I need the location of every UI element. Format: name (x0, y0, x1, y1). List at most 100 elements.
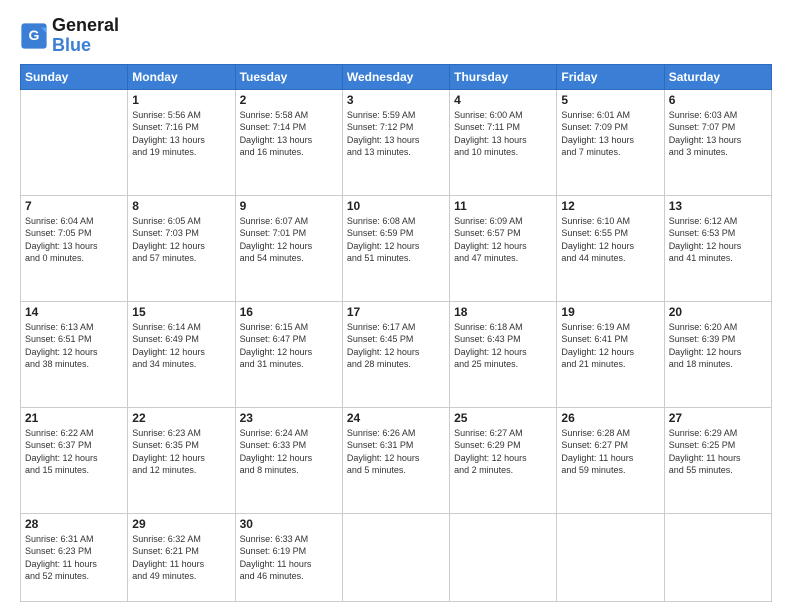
day-number: 20 (669, 305, 767, 319)
calendar-cell: 12 Sunrise: 6:10 AM Sunset: 6:55 PM Dayli… (557, 195, 664, 301)
calendar-cell (664, 513, 771, 601)
calendar-cell: 6Sunrise: 6:03 AM Sunset: 7:07 PM Daylig… (664, 89, 771, 195)
calendar-header-saturday: Saturday (664, 64, 771, 89)
day-info: Sunrise: 5:58 AM Sunset: 7:14 PM Dayligh… (240, 109, 338, 159)
calendar-cell: 11 Sunrise: 6:09 AM Sunset: 6:57 PM Dayli… (450, 195, 557, 301)
day-info: Sunrise: 6:17 AM Sunset: 6:45 PM Dayligh… (347, 321, 445, 371)
day-info: Sunrise: 6:19 AM Sunset: 6:41 PM Dayligh… (561, 321, 659, 371)
calendar-header-wednesday: Wednesday (342, 64, 449, 89)
day-info: Sunrise: 6:29 AM Sunset: 6:25 PM Dayligh… (669, 427, 767, 477)
day-info: Sunrise: 6:10 AM Sunset: 6:55 PM Dayligh… (561, 215, 659, 265)
day-number: 16 (240, 305, 338, 319)
day-info: Sunrise: 6:31 AM Sunset: 6:23 PM Dayligh… (25, 533, 123, 583)
calendar-cell: 5Sunrise: 6:01 AM Sunset: 7:09 PM Daylig… (557, 89, 664, 195)
day-info: Sunrise: 6:05 AM Sunset: 7:03 PM Dayligh… (132, 215, 230, 265)
calendar-cell: 14Sunrise: 6:13 AM Sunset: 6:51 PM Dayli… (21, 301, 128, 407)
calendar-cell (342, 513, 449, 601)
calendar-cell: 13 Sunrise: 6:12 AM Sunset: 6:53 PM Dayli… (664, 195, 771, 301)
calendar-cell: 18 Sunrise: 6:18 AM Sunset: 6:43 PM Dayli… (450, 301, 557, 407)
day-info: Sunrise: 6:09 AM Sunset: 6:57 PM Dayligh… (454, 215, 552, 265)
day-info: Sunrise: 6:14 AM Sunset: 6:49 PM Dayligh… (132, 321, 230, 371)
calendar-header-thursday: Thursday (450, 64, 557, 89)
logo-icon: G (20, 22, 48, 50)
day-number: 12 (561, 199, 659, 213)
day-info: Sunrise: 6:27 AM Sunset: 6:29 PM Dayligh… (454, 427, 552, 477)
day-number: 15 (132, 305, 230, 319)
day-number: 4 (454, 93, 552, 107)
day-number: 21 (25, 411, 123, 425)
day-info: Sunrise: 6:20 AM Sunset: 6:39 PM Dayligh… (669, 321, 767, 371)
day-number: 5 (561, 93, 659, 107)
day-number: 17 (347, 305, 445, 319)
day-info: Sunrise: 6:24 AM Sunset: 6:33 PM Dayligh… (240, 427, 338, 477)
day-info: Sunrise: 6:26 AM Sunset: 6:31 PM Dayligh… (347, 427, 445, 477)
day-info: Sunrise: 6:15 AM Sunset: 6:47 PM Dayligh… (240, 321, 338, 371)
calendar-week-row: 21 Sunrise: 6:22 AM Sunset: 6:37 PM Dayli… (21, 407, 772, 513)
day-number: 22 (132, 411, 230, 425)
calendar-cell: 27 Sunrise: 6:29 AM Sunset: 6:25 PM Dayli… (664, 407, 771, 513)
calendar-cell: 20 Sunrise: 6:20 AM Sunset: 6:39 PM Dayli… (664, 301, 771, 407)
calendar-cell: 24 Sunrise: 6:26 AM Sunset: 6:31 PM Dayli… (342, 407, 449, 513)
day-number: 13 (669, 199, 767, 213)
calendar-cell: 25 Sunrise: 6:27 AM Sunset: 6:29 PM Dayli… (450, 407, 557, 513)
day-number: 1 (132, 93, 230, 107)
calendar-table: SundayMondayTuesdayWednesdayThursdayFrid… (20, 64, 772, 602)
logo: G General Blue (20, 16, 119, 56)
day-number: 14 (25, 305, 123, 319)
day-info: Sunrise: 6:23 AM Sunset: 6:35 PM Dayligh… (132, 427, 230, 477)
calendar-cell: 3 Sunrise: 5:59 AM Sunset: 7:12 PM Daylig… (342, 89, 449, 195)
calendar-cell: 8Sunrise: 6:05 AM Sunset: 7:03 PM Daylig… (128, 195, 235, 301)
day-number: 19 (561, 305, 659, 319)
day-number: 30 (240, 517, 338, 531)
calendar-header-row: SundayMondayTuesdayWednesdayThursdayFrid… (21, 64, 772, 89)
svg-text:G: G (29, 27, 40, 43)
calendar-week-row: 1 Sunrise: 5:56 AM Sunset: 7:16 PM Daylig… (21, 89, 772, 195)
calendar-cell: 28 Sunrise: 6:31 AM Sunset: 6:23 PM Dayli… (21, 513, 128, 601)
day-number: 3 (347, 93, 445, 107)
calendar-cell: 30 Sunrise: 6:33 AM Sunset: 6:19 PM Dayli… (235, 513, 342, 601)
day-info: Sunrise: 5:56 AM Sunset: 7:16 PM Dayligh… (132, 109, 230, 159)
day-info: Sunrise: 5:59 AM Sunset: 7:12 PM Dayligh… (347, 109, 445, 159)
calendar-cell: 21 Sunrise: 6:22 AM Sunset: 6:37 PM Dayli… (21, 407, 128, 513)
header: G General Blue (20, 16, 772, 56)
day-number: 9 (240, 199, 338, 213)
page: G General Blue SundayMondayTuesdayWednes… (0, 0, 792, 612)
calendar-cell: 4Sunrise: 6:00 AM Sunset: 7:11 PM Daylig… (450, 89, 557, 195)
calendar-cell: 7 Sunrise: 6:04 AM Sunset: 7:05 PM Daylig… (21, 195, 128, 301)
calendar-cell (21, 89, 128, 195)
calendar-cell: 19 Sunrise: 6:19 AM Sunset: 6:41 PM Dayli… (557, 301, 664, 407)
calendar-cell: 9Sunrise: 6:07 AM Sunset: 7:01 PM Daylig… (235, 195, 342, 301)
day-info: Sunrise: 6:03 AM Sunset: 7:07 PM Dayligh… (669, 109, 767, 159)
day-number: 10 (347, 199, 445, 213)
calendar-cell: 10 Sunrise: 6:08 AM Sunset: 6:59 PM Dayli… (342, 195, 449, 301)
calendar-cell (557, 513, 664, 601)
calendar-cell: 15 Sunrise: 6:14 AM Sunset: 6:49 PM Dayli… (128, 301, 235, 407)
calendar-cell: 2 Sunrise: 5:58 AM Sunset: 7:14 PM Daylig… (235, 89, 342, 195)
calendar-header-monday: Monday (128, 64, 235, 89)
day-number: 29 (132, 517, 230, 531)
calendar-header-sunday: Sunday (21, 64, 128, 89)
day-info: Sunrise: 6:08 AM Sunset: 6:59 PM Dayligh… (347, 215, 445, 265)
day-number: 23 (240, 411, 338, 425)
day-info: Sunrise: 6:32 AM Sunset: 6:21 PM Dayligh… (132, 533, 230, 583)
day-number: 27 (669, 411, 767, 425)
day-info: Sunrise: 6:12 AM Sunset: 6:53 PM Dayligh… (669, 215, 767, 265)
day-number: 2 (240, 93, 338, 107)
calendar-cell: 16 Sunrise: 6:15 AM Sunset: 6:47 PM Dayli… (235, 301, 342, 407)
logo-text: General Blue (52, 16, 119, 56)
day-info: Sunrise: 6:18 AM Sunset: 6:43 PM Dayligh… (454, 321, 552, 371)
day-number: 28 (25, 517, 123, 531)
calendar-header-friday: Friday (557, 64, 664, 89)
calendar-cell (450, 513, 557, 601)
day-number: 25 (454, 411, 552, 425)
day-number: 24 (347, 411, 445, 425)
day-info: Sunrise: 6:33 AM Sunset: 6:19 PM Dayligh… (240, 533, 338, 583)
day-number: 7 (25, 199, 123, 213)
calendar-week-row: 7 Sunrise: 6:04 AM Sunset: 7:05 PM Daylig… (21, 195, 772, 301)
calendar-week-row: 14Sunrise: 6:13 AM Sunset: 6:51 PM Dayli… (21, 301, 772, 407)
day-info: Sunrise: 6:04 AM Sunset: 7:05 PM Dayligh… (25, 215, 123, 265)
day-info: Sunrise: 6:22 AM Sunset: 6:37 PM Dayligh… (25, 427, 123, 477)
day-number: 18 (454, 305, 552, 319)
calendar-cell: 26Sunrise: 6:28 AM Sunset: 6:27 PM Dayli… (557, 407, 664, 513)
day-number: 11 (454, 199, 552, 213)
